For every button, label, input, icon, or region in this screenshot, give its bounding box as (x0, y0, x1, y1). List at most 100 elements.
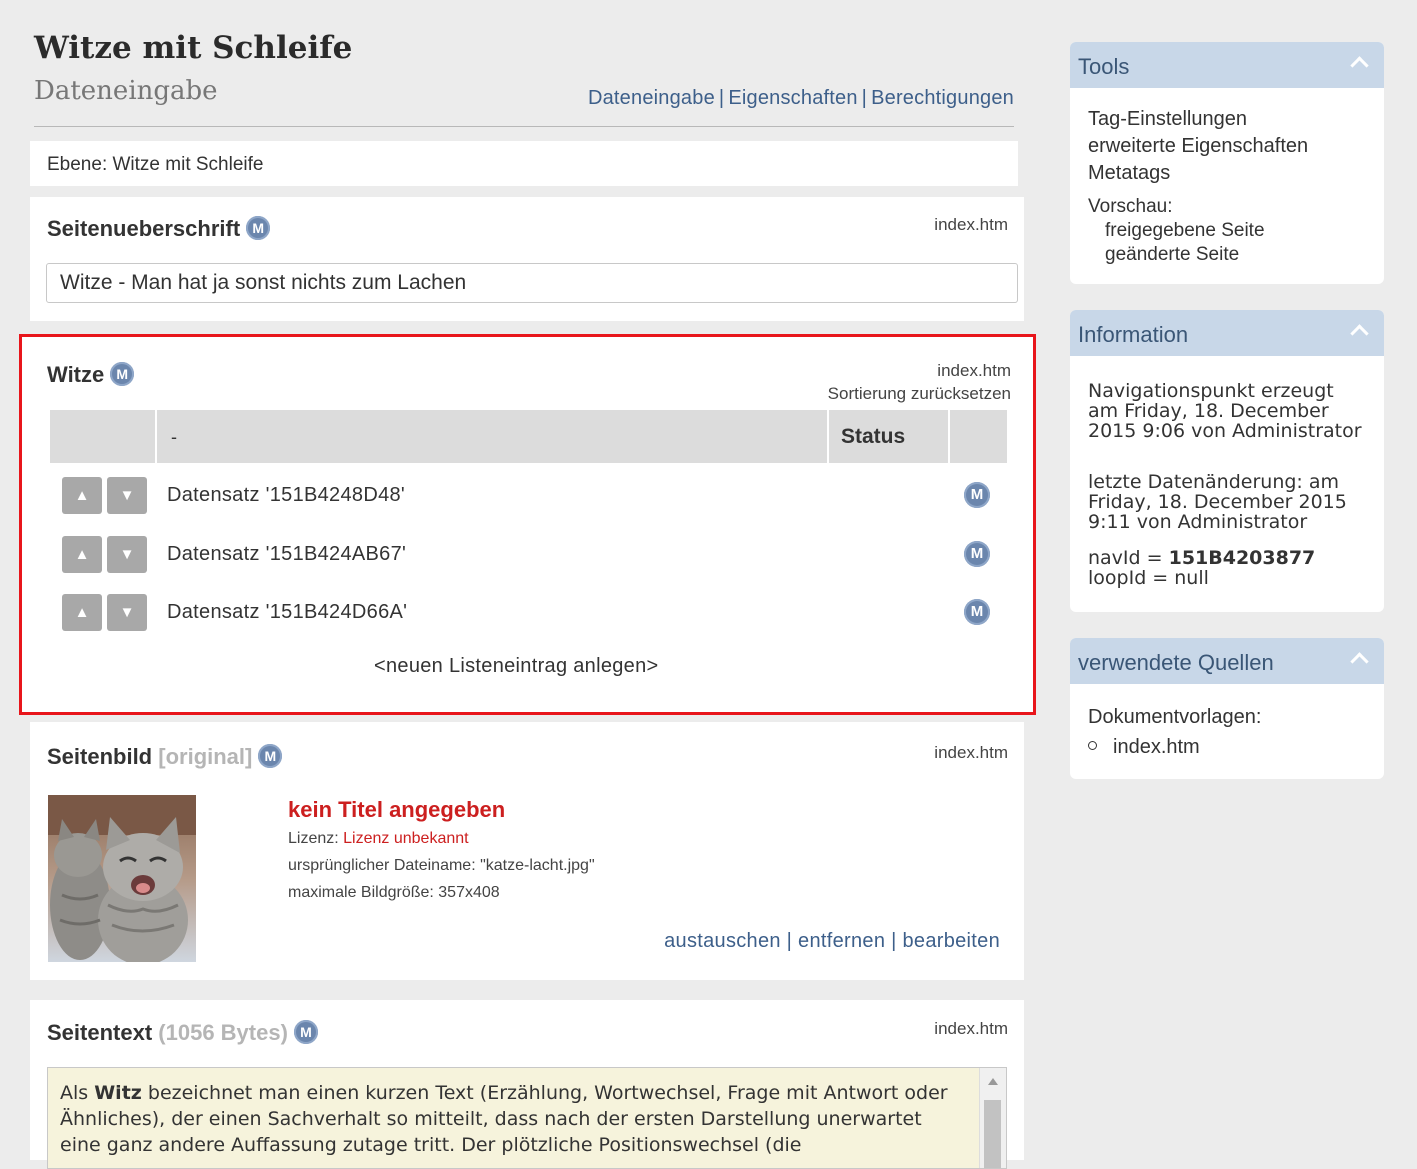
navid-value: 151B4203877 (1168, 547, 1316, 569)
seitenbild-panel: Seitenbild [original] M index.htm kein Ti… (30, 722, 1024, 980)
table-row: ▲ ▼ Datensatz '151B4248D48' M (50, 465, 1007, 523)
license-link[interactable]: Lizenz unbekannt (343, 830, 468, 847)
seitentext-title: Seitentext (1056 Bytes) M (47, 1020, 318, 1046)
scroll-up-icon[interactable] (988, 1078, 998, 1085)
header-divider (34, 126, 1014, 127)
sources-card: verwendete Quellen Dokumentvorlagen: ind… (1070, 638, 1384, 779)
table-header-cell: Status (829, 410, 950, 463)
seitenueberschrift-panel: Seitenueberschrift M index.htm Witze - Ma… (30, 197, 1024, 321)
seitenueberschrift-title: Seitenueberschrift M (47, 216, 271, 242)
nav-berechtigungen-link[interactable]: Berechtigungen (871, 87, 1014, 109)
witze-panel: Witze M index.htm Sortierung zurücksetzen… (19, 334, 1036, 715)
replace-image-link[interactable]: austauschen (664, 930, 781, 952)
image-filename: ursprünglicher Dateiname: "katze-lacht.j… (288, 857, 595, 874)
image-max-size: maximale Bildgröße: 357x408 (288, 884, 500, 901)
information-title: Information (1078, 322, 1189, 347)
chevron-up-icon[interactable] (1350, 652, 1369, 671)
edit-image-link[interactable]: bearbeiten (902, 930, 1000, 952)
sources-title: verwendete Quellen (1078, 650, 1274, 675)
section-title-text: Seitenbild (47, 744, 153, 769)
remove-image-link[interactable]: entfernen (798, 930, 885, 952)
record-link[interactable]: Datensatz '151B4248D48' (167, 484, 405, 507)
tools-card: Tools Tag-Einstellungen erweiterte Eigen… (1070, 42, 1384, 284)
page-title: Witze mit Schleife (34, 30, 353, 66)
action-separator: | (891, 930, 897, 952)
chevron-up-icon[interactable] (1350, 56, 1369, 75)
file-reference: index.htm (934, 215, 1008, 234)
file-reference: index.htm (934, 743, 1008, 762)
move-up-button[interactable]: ▲ (62, 536, 102, 573)
information-header[interactable]: Information (1070, 310, 1384, 356)
seitenbild-title: Seitenbild [original] M (47, 744, 283, 770)
bullet-icon (1088, 741, 1097, 750)
move-down-button[interactable]: ▼ (107, 536, 147, 573)
nav-dateneingabe-link[interactable]: Dateneingabe (588, 87, 715, 109)
info-loopid: loopId = null (1088, 567, 1209, 589)
record-link[interactable]: Datensatz '151B424D66A' (167, 601, 407, 624)
navid-label: navId = (1088, 547, 1169, 569)
image-license: Lizenz: Lizenz unbekannt (288, 830, 469, 848)
section-title-text: Witze (47, 362, 105, 387)
action-separator: | (786, 930, 793, 952)
page-text-editor[interactable]: Als Witz bezeichnet man einen kurzen Tex… (47, 1067, 1007, 1169)
nav-eigenschaften-link[interactable]: Eigenschaften (728, 87, 857, 109)
seitentext-panel: Seitentext (1056 Bytes) M index.htm Als W… (30, 1000, 1024, 1169)
file-reference: index.htm (937, 361, 1011, 380)
sources-header[interactable]: verwendete Quellen (1070, 638, 1384, 684)
m-badge-icon[interactable]: M (110, 362, 135, 386)
move-down-button[interactable]: ▼ (107, 477, 147, 514)
move-up-button[interactable]: ▲ (62, 594, 102, 631)
source-list-item: index.htm (1088, 737, 1200, 757)
information-card: Information Navigationspunkt erzeugt am … (1070, 310, 1384, 612)
nav-separator: | (718, 87, 725, 109)
sources-label: Dokumentvorlagen: (1088, 706, 1262, 728)
move-down-button[interactable]: ▼ (107, 594, 147, 631)
section-title-text: Seitentext (47, 1020, 153, 1045)
seitenueberschrift-input[interactable]: Witze - Man hat ja sonst nichts zum Lach… (46, 263, 1018, 303)
new-list-entry-link[interactable]: <neuen Listeneintrag anlegen> (374, 655, 659, 678)
text-scrollbar[interactable] (979, 1068, 1006, 1168)
m-badge-icon[interactable]: M (246, 216, 271, 240)
m-badge-icon[interactable]: M (964, 482, 990, 508)
level-box: Ebene: Witze mit Schleife (30, 141, 1018, 186)
page-subtitle: Dateneingabe (34, 76, 218, 106)
reset-sort-link[interactable]: Sortierung zurücksetzen (828, 384, 1011, 404)
m-badge-icon[interactable]: M (258, 744, 283, 768)
kitten-image[interactable] (48, 795, 196, 962)
column-header-dash: - (171, 427, 177, 447)
text-bold-segment: Witz (94, 1082, 142, 1104)
section-title-text: Seitenueberschrift (47, 216, 241, 241)
original-tag: [original] (158, 744, 253, 769)
m-badge-icon[interactable]: M (964, 599, 990, 625)
table-row: ▲ ▼ Datensatz '151B424AB67' M (50, 524, 1007, 582)
column-header-status: Status (841, 425, 906, 448)
record-link[interactable]: Datensatz '151B424AB67' (167, 543, 406, 566)
image-actions: austauschen | entfernen | bearbeiten (664, 930, 1000, 953)
chevron-up-icon[interactable] (1350, 324, 1369, 343)
text-segment: Als (60, 1082, 95, 1104)
scroll-thumb[interactable] (984, 1100, 1001, 1168)
tools-header[interactable]: Tools (1070, 42, 1384, 88)
level-label: Ebene: Witze mit Schleife (47, 154, 264, 175)
m-badge-icon[interactable]: M (293, 1020, 318, 1044)
info-navid: navId = 151B4203877 (1088, 548, 1315, 568)
preview-changed-link[interactable]: geänderte Seite (1105, 244, 1239, 266)
info-created: Navigationspunkt erzeugt am Friday, 18. … (1088, 380, 1362, 442)
preview-label: Vorschau: (1088, 196, 1173, 217)
source-link[interactable]: index.htm (1113, 736, 1200, 758)
tool-erweiterte-eigenschaften[interactable]: erweiterte Eigenschaften (1088, 135, 1308, 158)
witze-title: Witze M (47, 362, 135, 388)
image-title: kein Titel angegeben (288, 797, 506, 822)
nav-separator: | (861, 87, 868, 109)
text-size: (1056 Bytes) (158, 1020, 288, 1045)
info-changed: letzte Datenänderung: am Friday, 18. Dec… (1088, 471, 1347, 533)
file-reference: index.htm (934, 1019, 1008, 1038)
tool-tag-einstellungen[interactable]: Tag-Einstellungen (1088, 108, 1247, 131)
preview-released-link[interactable]: freigegebene Seite (1105, 220, 1265, 242)
table-header-cell (50, 410, 157, 463)
header-nav: Dateneingabe | Eigenschaften | Berechtigunge… (588, 87, 1014, 110)
tools-title: Tools (1078, 54, 1130, 79)
tool-metatags[interactable]: Metatags (1088, 162, 1170, 185)
m-badge-icon[interactable]: M (964, 541, 990, 567)
move-up-button[interactable]: ▲ (62, 477, 102, 514)
